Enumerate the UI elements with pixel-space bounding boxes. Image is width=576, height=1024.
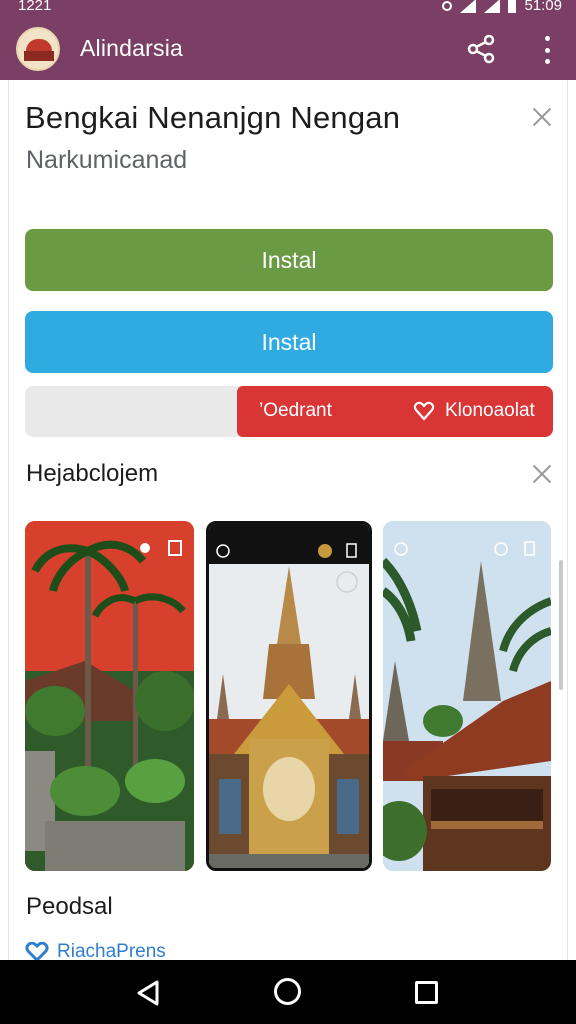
wifi-icon	[460, 0, 477, 13]
status-icons: 51:09	[442, 0, 562, 14]
pagoda-image	[383, 521, 551, 871]
temple-image	[209, 524, 369, 868]
screenshot-3[interactable]	[383, 521, 551, 871]
footer-link-label: RiachaPrens	[57, 941, 166, 960]
signal-icon	[484, 0, 501, 13]
status-bar: 1221 51:09	[0, 0, 576, 18]
home-icon[interactable]	[274, 978, 301, 1005]
status-clock: 51:09	[524, 0, 562, 14]
heart-icon	[25, 942, 49, 960]
section-close-icon[interactable]	[531, 463, 553, 485]
section-title: Hejabclojem	[26, 460, 159, 487]
footer-link[interactable]: RiachaPrens	[25, 941, 166, 960]
screenshot-1[interactable]	[25, 521, 194, 871]
segmented-control[interactable]: ’Oedrant Klonoaolat	[25, 386, 553, 437]
palm-garden-image	[25, 521, 194, 871]
screenshot-2[interactable]	[206, 521, 372, 871]
share-icon[interactable]	[466, 34, 496, 64]
segment-right-label: Klonoaolat	[445, 400, 535, 421]
location-icon	[442, 0, 453, 11]
more-options-icon[interactable]	[542, 36, 552, 64]
footer-label: Peodsal	[26, 893, 113, 920]
segment-left-label: ’Oedrant	[259, 400, 332, 421]
status-time: 1221	[18, 0, 52, 14]
segment-right[interactable]: Klonoaolat	[413, 400, 535, 422]
battery-icon	[508, 0, 517, 13]
install-button-primary[interactable]: Instal	[25, 229, 553, 291]
app-title: Alindarsia	[80, 35, 183, 61]
back-icon[interactable]	[136, 980, 160, 1006]
install-button-secondary[interactable]: Instal	[25, 311, 553, 373]
segment-selected[interactable]: ’Oedrant Klonoaolat	[237, 386, 553, 437]
app-logo-icon	[16, 27, 60, 71]
recents-icon[interactable]	[415, 981, 438, 1004]
page-subtitle: Narkumicanad	[26, 146, 188, 174]
scrollbar[interactable]	[559, 560, 563, 690]
install-sheet: Bengkai Nenanjgn Nengan Narkumicanad Ins…	[8, 80, 568, 960]
close-icon[interactable]	[531, 106, 553, 128]
shield-heart-icon	[413, 401, 435, 421]
app-bar: Alindarsia	[0, 18, 576, 80]
system-nav-bar	[0, 960, 576, 1024]
page-title: Bengkai Nenanjgn Nengan	[25, 100, 401, 135]
